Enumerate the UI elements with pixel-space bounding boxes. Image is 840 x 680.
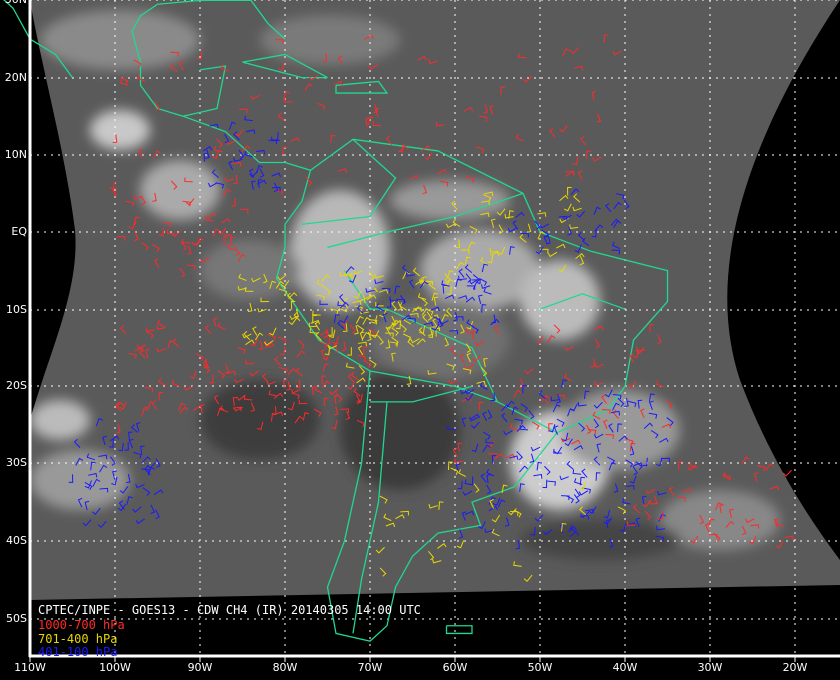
lon-label: 90W xyxy=(187,661,213,674)
lat-label: 20S xyxy=(6,379,27,392)
lon-label: 40W xyxy=(612,661,638,674)
legend-high-level: 401-100 hPa xyxy=(38,645,118,659)
cloud xyxy=(90,110,150,150)
falklands-coastline xyxy=(445,625,473,635)
lat-label: EQ xyxy=(11,225,27,238)
lon-label: 80W xyxy=(272,661,298,674)
cloud xyxy=(390,180,510,220)
lon-label: 60W xyxy=(442,661,468,674)
legend-mid-level: 701-400 hPa xyxy=(38,632,118,646)
lon-label: 110W xyxy=(14,661,46,674)
lon-label: 30W xyxy=(697,661,723,674)
lat-label: 30N xyxy=(2,0,27,6)
lon-label: 100W xyxy=(99,661,131,674)
lat-label: 30S xyxy=(6,456,27,469)
cloud xyxy=(200,380,320,460)
cloud xyxy=(40,10,200,70)
cloud xyxy=(30,400,90,440)
map-title: CPTEC/INPE - GOES13 - CDW CH4 (IR) 20140… xyxy=(38,603,421,617)
cloud xyxy=(520,260,600,340)
lat-label: 10S xyxy=(6,303,27,316)
cloud xyxy=(340,370,460,490)
cloud xyxy=(140,160,220,220)
lat-label: 40S xyxy=(6,534,27,547)
cloud xyxy=(370,300,510,380)
lat-label: 50S xyxy=(6,612,27,625)
lat-label: 20N xyxy=(4,71,27,84)
lat-label: 10N xyxy=(4,148,27,161)
legend-low-level: 1000-700 hPa xyxy=(38,618,125,632)
lon-label: 50W xyxy=(527,661,553,674)
lon-label: 70W xyxy=(357,661,383,674)
map-canvas xyxy=(3,0,840,662)
cloud xyxy=(520,520,680,560)
wind-barb xyxy=(782,469,792,477)
lon-label: 20W xyxy=(782,661,808,674)
satellite-wind-map: 30N 20N 10N EQ 10S 20S 30S 40S 50S 110W 100W 90W 80… xyxy=(0,0,840,680)
